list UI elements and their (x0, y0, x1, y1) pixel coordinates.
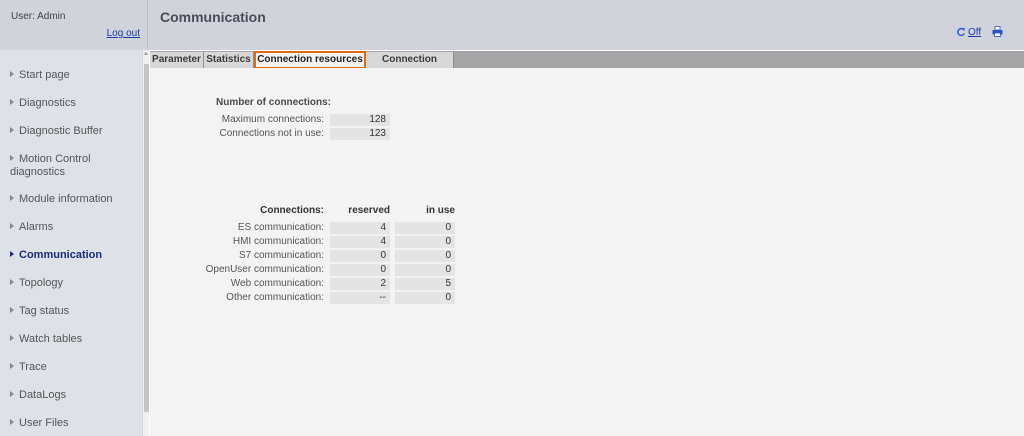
chevron-right-icon (10, 195, 14, 201)
hmi-communication-label: HMI communication: (232, 236, 324, 247)
s7-communication-label: S7 communication: (238, 250, 324, 261)
es-communication-reserved: 4 (330, 222, 390, 234)
page-title: Communication (160, 9, 266, 25)
nav-item-motion-control-diagnostics[interactable]: Motion Control diagnostics (0, 153, 110, 179)
chevron-right-icon (10, 127, 14, 133)
hmi-communication-reserved: 4 (330, 236, 390, 248)
nav-item-watch-tables[interactable]: Watch tables (0, 333, 142, 346)
es-communication-in-use: 0 (395, 222, 455, 234)
chevron-right-icon (10, 335, 14, 341)
nav-item-label: Module information (19, 193, 113, 205)
openuser-communication-reserved: 0 (330, 264, 390, 276)
chevron-right-icon (10, 251, 14, 257)
chevron-right-icon (10, 279, 14, 285)
chevron-right-icon (10, 223, 14, 229)
refresh-icon[interactable] (956, 27, 966, 37)
chevron-right-icon (10, 71, 14, 77)
nav-item-label: Trace (19, 361, 47, 373)
chevron-right-icon (10, 155, 14, 161)
chevron-right-icon (10, 307, 14, 313)
s7-communication-in-use: 0 (395, 250, 455, 262)
nav-item-start-page[interactable]: Start page (0, 69, 142, 82)
chevron-right-icon (10, 99, 14, 105)
nav-item-label: Motion Control diagnostics (10, 153, 91, 178)
nav-item-label: Diagnostics (19, 97, 76, 109)
sidebar: Start page Diagnostics Diagnostic Buffer… (0, 0, 142, 436)
chevron-right-icon (10, 363, 14, 369)
es-communication-label: ES communication: (237, 222, 324, 233)
openuser-communication-in-use: 0 (395, 264, 455, 276)
refresh-toggle-link[interactable]: Off (968, 27, 981, 38)
nav-item-diagnostic-buffer[interactable]: Diagnostic Buffer (0, 125, 142, 138)
user-panel: User: Admin Log out (0, 0, 148, 50)
sidebar-scrollbar[interactable] (142, 50, 149, 436)
nav-item-label: DataLogs (19, 389, 67, 401)
nav-item-label: Alarms (19, 221, 54, 233)
s7-communication-reserved: 0 (330, 250, 390, 262)
nav-item-diagnostics[interactable]: Diagnostics (0, 97, 142, 110)
scrollbar-thumb[interactable] (144, 64, 149, 412)
connection-resources-panel: Number of connections: Maximum connectio… (150, 68, 1024, 436)
tab-statistics[interactable]: Statistics (204, 52, 254, 68)
reserved-column-header: reserved (348, 205, 390, 216)
connections-not-in-use-label: Connections not in use: (219, 128, 324, 139)
nav-item-topology[interactable]: Topology (0, 277, 142, 290)
nav-item-datalogs[interactable]: DataLogs (0, 389, 142, 402)
connections-heading: Connections: (260, 205, 324, 216)
web-communication-reserved: 2 (330, 278, 390, 290)
user-label: User: Admin (11, 11, 66, 22)
logout-link[interactable]: Log out (107, 28, 140, 39)
other-communication-label: Other communication: (226, 292, 324, 303)
nav-item-alarms[interactable]: Alarms (0, 221, 142, 234)
nav-item-label: Start page (19, 69, 70, 81)
maximum-connections-label: Maximum connections: (221, 114, 324, 125)
header: Communication Off (148, 0, 1024, 50)
tab-connection-status[interactable]: Connection status (366, 52, 454, 81)
in-use-column-header: in use (426, 205, 455, 216)
connections-not-in-use-value: 123 (330, 128, 390, 140)
number-of-connections-heading: Number of connections: (216, 97, 332, 108)
maximum-connections-value: 128 (330, 114, 390, 126)
other-communication-in-use: 0 (395, 292, 455, 304)
print-icon[interactable] (992, 26, 1003, 37)
nav-item-communication[interactable]: Communication (0, 249, 142, 262)
nav-item-label: Tag status (19, 305, 70, 317)
other-communication-reserved: -- (330, 292, 390, 304)
nav-item-label: Watch tables (19, 333, 83, 345)
nav-item-tag-status[interactable]: Tag status (0, 305, 142, 318)
web-communication-label: Web communication: (230, 278, 324, 289)
nav-item-user-files[interactable]: User Files (0, 417, 142, 430)
web-communication-in-use: 5 (395, 278, 455, 290)
nav-item-trace[interactable]: Trace (0, 361, 142, 374)
nav-item-module-information[interactable]: Module information (0, 193, 142, 206)
chevron-right-icon (10, 419, 14, 425)
nav-item-label: Topology (19, 277, 64, 289)
nav-item-label: Diagnostic Buffer (19, 125, 103, 137)
nav-item-label: User Files (19, 417, 69, 429)
tab-parameter[interactable]: Parameter (150, 52, 204, 68)
tab-bar: Parameter Statistics Connection resource… (150, 51, 1024, 81)
tab-connection-resources[interactable]: Connection resources (254, 51, 366, 69)
openuser-communication-label: OpenUser communication: (205, 264, 324, 275)
scroll-up-arrow-icon[interactable] (144, 52, 148, 55)
nav-item-label: Communication (19, 249, 103, 261)
chevron-right-icon (10, 391, 14, 397)
hmi-communication-in-use: 0 (395, 236, 455, 248)
